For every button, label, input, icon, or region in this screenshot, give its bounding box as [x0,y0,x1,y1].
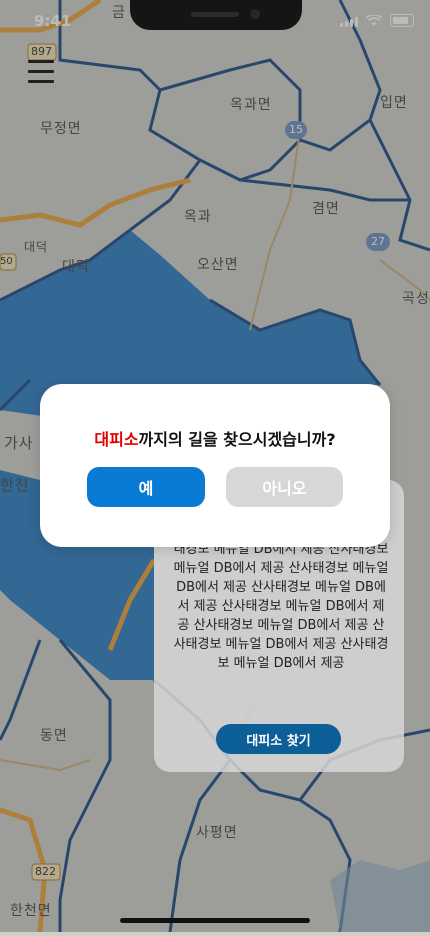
dialog-title: 대피소까지의 길을 찾으시겠습니까? [40,426,390,450]
confirm-yes-button[interactable]: 예 [87,467,205,507]
route-confirm-dialog: 대피소까지의 길을 찾으시겠습니까? 예 아니오 [40,384,390,547]
shelter-info-description: 태경보 메뉴얼 DB에서 제공 산사태경보 메뉴얼 DB에서 제공 산사태경보 … [173,542,389,671]
confirm-no-button[interactable]: 아니오 [226,467,343,507]
dialog-title-rest: 까지의 길을 찾으시겠습니까? [138,430,336,449]
find-shelter-button[interactable]: 대피소 찾기 [216,724,341,754]
home-indicator [120,918,310,923]
dialog-title-highlight: 대피소 [94,430,139,449]
